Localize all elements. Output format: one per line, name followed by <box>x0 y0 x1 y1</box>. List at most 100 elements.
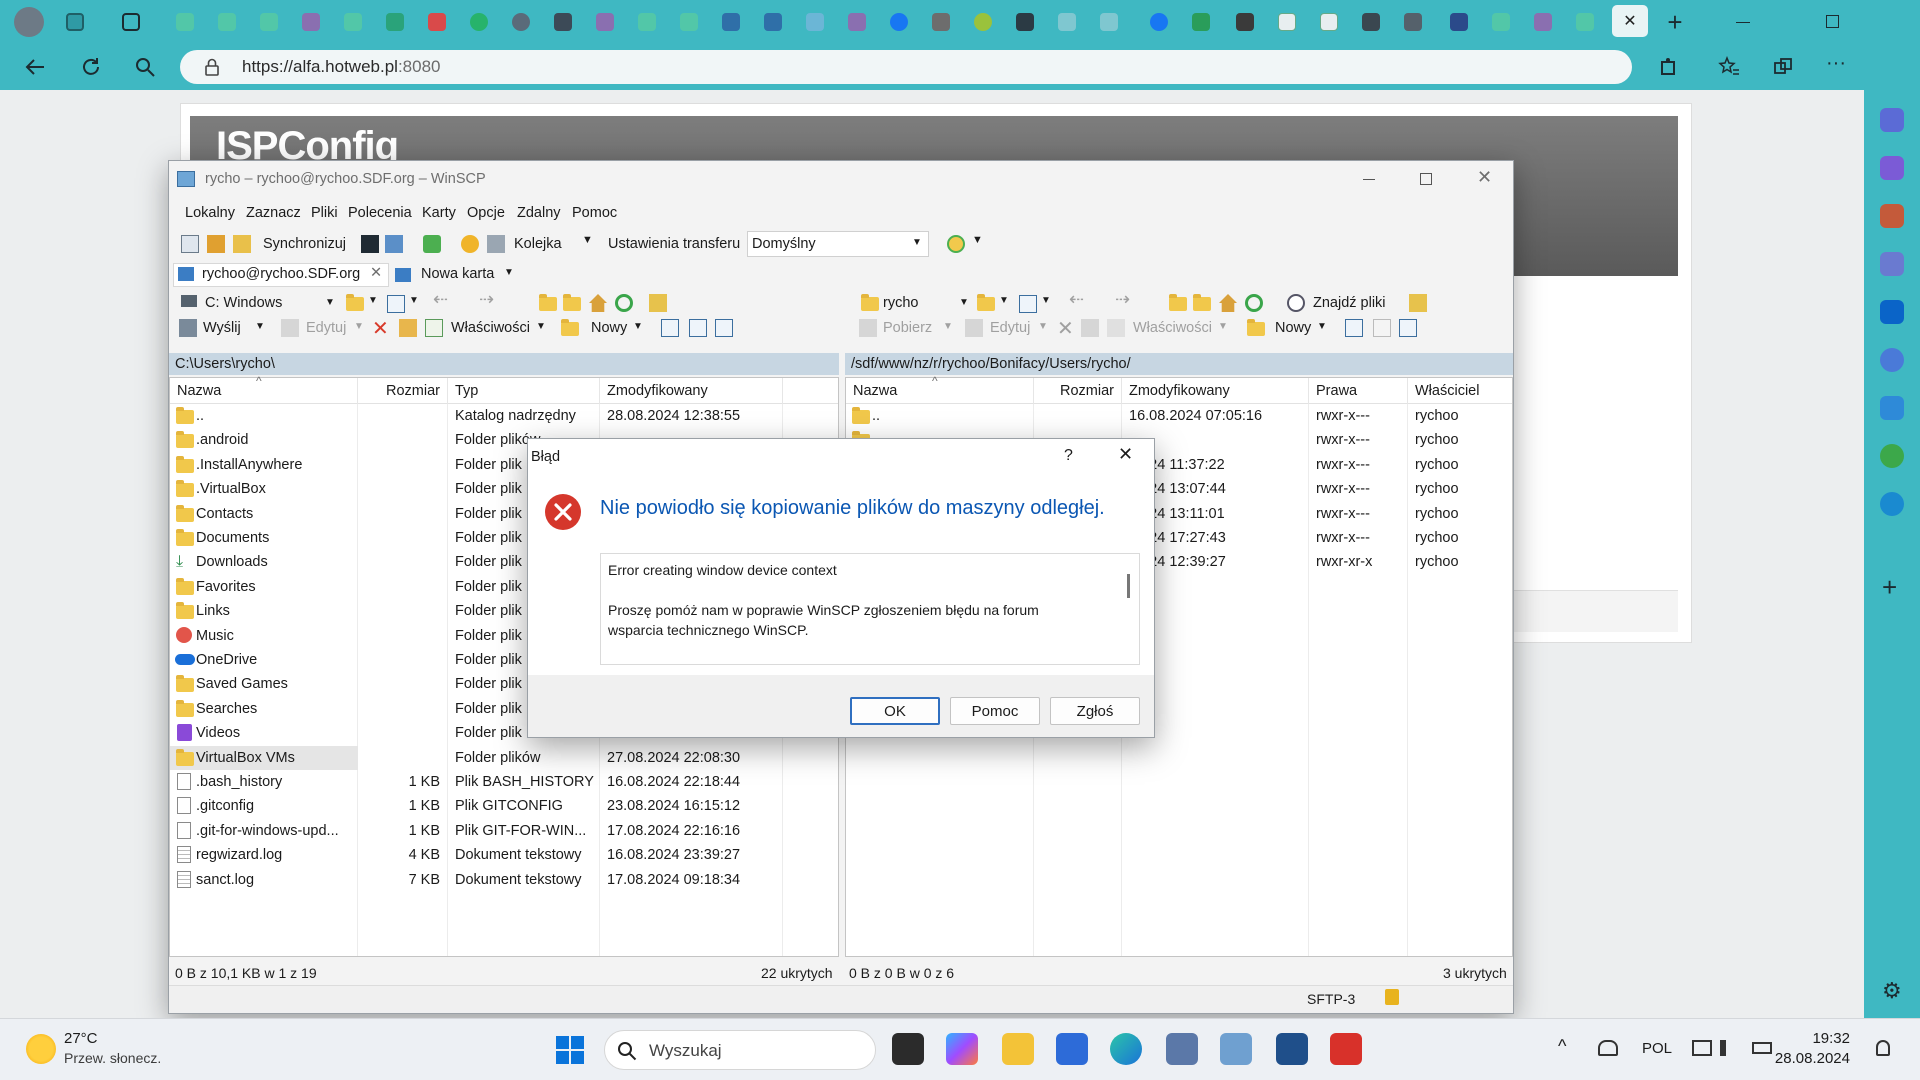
profile-avatar[interactable] <box>14 7 44 37</box>
select-all-icon[interactable] <box>661 319 679 337</box>
remote-sync-icon[interactable] <box>1409 294 1427 312</box>
message-scrollbar[interactable] <box>1127 574 1130 598</box>
find-files-icon[interactable] <box>1287 294 1305 312</box>
compare-dirs-icon[interactable] <box>181 235 199 253</box>
winscp-taskbar-icon[interactable] <box>1220 1033 1252 1065</box>
store-icon[interactable] <box>1056 1033 1088 1065</box>
virtualbox-icon[interactable] <box>1276 1033 1308 1065</box>
col-modified[interactable]: Zmodyfikowany <box>600 378 783 404</box>
menu-opcje[interactable]: Opcje <box>467 205 505 221</box>
edit-button[interactable]: Edytuj <box>306 320 346 336</box>
refresh-icon[interactable] <box>615 294 633 312</box>
refresh-sync-icon[interactable] <box>423 235 441 253</box>
tab-favicon-22[interactable] <box>1054 9 1080 35</box>
tab-favicon-6[interactable] <box>382 9 408 35</box>
menu-karty[interactable]: Karty <box>422 205 456 221</box>
ok-button[interactable]: OK <box>850 697 940 725</box>
active-tab[interactable]: ✕ <box>1612 5 1648 37</box>
remote-edit-icon[interactable] <box>965 319 983 337</box>
tab-strip-icon[interactable] <box>118 9 144 35</box>
transfer-preset-select[interactable]: Domyślny ▼ <box>747 231 929 257</box>
remote-refresh-icon[interactable] <box>1245 294 1263 312</box>
tab-favicon-29[interactable] <box>1358 9 1384 35</box>
download-dropdown-icon[interactable]: ▼ <box>943 321 953 332</box>
tab-favicon-17[interactable] <box>844 9 870 35</box>
new-tab-dropdown-icon[interactable]: ▼ <box>504 267 514 278</box>
remote-unselect-icon[interactable] <box>1373 319 1391 337</box>
tab-close-icon[interactable]: ✕ <box>1623 11 1636 31</box>
unselect-icon[interactable] <box>689 319 707 337</box>
remote-new-button[interactable]: Nowy <box>1275 320 1311 336</box>
properties-icon[interactable] <box>425 319 443 337</box>
remote-rename-icon[interactable] <box>1081 319 1099 337</box>
tab-favicon-5[interactable] <box>340 9 366 35</box>
sidebar-settings-icon[interactable]: ⚙ <box>1882 978 1902 1004</box>
remote-edit-button[interactable]: Edytuj <box>990 320 1030 336</box>
remote-new-icon[interactable] <box>1247 319 1265 336</box>
menu-zaznacz[interactable]: Zaznacz <box>246 205 301 221</box>
queue-icon[interactable] <box>487 235 505 253</box>
taskbar-search[interactable]: Wyszukaj <box>604 1030 876 1070</box>
sidebar-skype-icon[interactable] <box>1880 492 1904 516</box>
filter-icon[interactable] <box>387 295 405 313</box>
tab-favicon-21[interactable] <box>1012 9 1038 35</box>
remote-select-all-icon[interactable] <box>1345 319 1363 337</box>
notification-bell-icon[interactable] <box>1876 1040 1890 1056</box>
remote-delete-icon[interactable]: ✕ <box>1057 316 1074 341</box>
pdf-app-icon[interactable] <box>1330 1033 1362 1065</box>
remote-edit-dropdown-icon[interactable]: ▼ <box>1038 321 1048 332</box>
root-dir-icon[interactable] <box>563 294 581 311</box>
find-icon[interactable] <box>649 294 667 312</box>
send-icon[interactable] <box>179 319 197 337</box>
remote-filter-select-icon[interactable] <box>1399 319 1417 337</box>
new-tab-button[interactable]: + <box>1662 7 1688 37</box>
tab-favicon-3[interactable] <box>256 9 282 35</box>
tab-favicon-12[interactable] <box>634 9 660 35</box>
transfer-options-icon[interactable] <box>947 235 965 253</box>
send-button[interactable]: Wyślij <box>203 320 241 336</box>
address-url[interactable]: https://alfa.hotweb.pl:8080 <box>242 57 440 77</box>
minimize-icon[interactable] <box>1736 22 1750 23</box>
sidebar-search-icon[interactable] <box>1880 348 1904 372</box>
sidebar-outlook-icon[interactable] <box>1880 300 1904 324</box>
open-dir-icon[interactable] <box>346 294 364 311</box>
tab-favicon-15[interactable] <box>760 9 786 35</box>
local-table-row[interactable]: VirtualBox VMs Folder plików 27.08.2024 22… <box>170 745 740 770</box>
edge-icon[interactable] <box>1110 1033 1142 1065</box>
clock-time[interactable]: 19:32 <box>1794 1030 1850 1047</box>
forward-nav-icon[interactable]: ⇢ <box>479 289 494 310</box>
putty-icon[interactable] <box>385 235 403 253</box>
win-maximize-icon[interactable] <box>1420 173 1432 185</box>
console-icon[interactable] <box>361 235 379 253</box>
tab-favicon-13[interactable] <box>676 9 702 35</box>
preferences-icon[interactable] <box>461 235 479 253</box>
tab-favicon-youtube[interactable] <box>424 9 450 35</box>
tab-favicon-11[interactable] <box>592 9 618 35</box>
sidebar-games-icon[interactable] <box>1880 444 1904 468</box>
remote-hidden-count[interactable]: 3 ukrytych <box>1443 965 1507 981</box>
new-button[interactable]: Nowy <box>591 320 627 336</box>
tab-favicon-9[interactable] <box>508 9 534 35</box>
remote-path-bar[interactable]: /sdf/www/nz/r/rychoo/Bonifacy/Users/rych… <box>845 353 1513 375</box>
sidebar-tools-icon[interactable] <box>1880 252 1904 276</box>
edit-dropdown-icon[interactable]: ▼ <box>354 321 364 332</box>
tab-favicon-23[interactable] <box>1096 9 1122 35</box>
remote-open-dir-icon[interactable] <box>977 294 995 311</box>
local-table-row[interactable]: sanct.log 7 KB Dokument tekstowy 17.08.2024… <box>170 868 838 892</box>
send-dropdown-icon[interactable]: ▼ <box>255 321 265 332</box>
report-button[interactable]: Zgłoś <box>1050 697 1140 725</box>
dialog-message-box[interactable]: Error creating window device context Pro… <box>600 553 1140 665</box>
local-hidden-count[interactable]: 22 ukrytych <box>761 965 833 981</box>
new-dropdown-icon[interactable]: ▼ <box>633 321 643 332</box>
local-drive-select[interactable]: C: Windows ▼ <box>175 291 335 315</box>
local-path-bar[interactable]: C:\Users\rycho\ <box>169 353 839 375</box>
remote-filter-icon[interactable] <box>1019 295 1037 313</box>
favorites-list-icon[interactable] <box>1718 56 1740 78</box>
edit-icon[interactable] <box>281 319 299 337</box>
tray-chevron-icon[interactable]: ^ <box>1558 1036 1566 1057</box>
clock-date[interactable]: 28.08.2024 <box>1770 1050 1850 1067</box>
remote-properties-icon[interactable] <box>1107 319 1125 337</box>
local-table-row[interactable]: .gitconfig 1 KB Plik GITCONFIG 23.08.2024 1… <box>170 794 838 818</box>
remote-parent-dir-icon[interactable] <box>1169 294 1187 311</box>
network-app-icon[interactable] <box>1166 1033 1198 1065</box>
